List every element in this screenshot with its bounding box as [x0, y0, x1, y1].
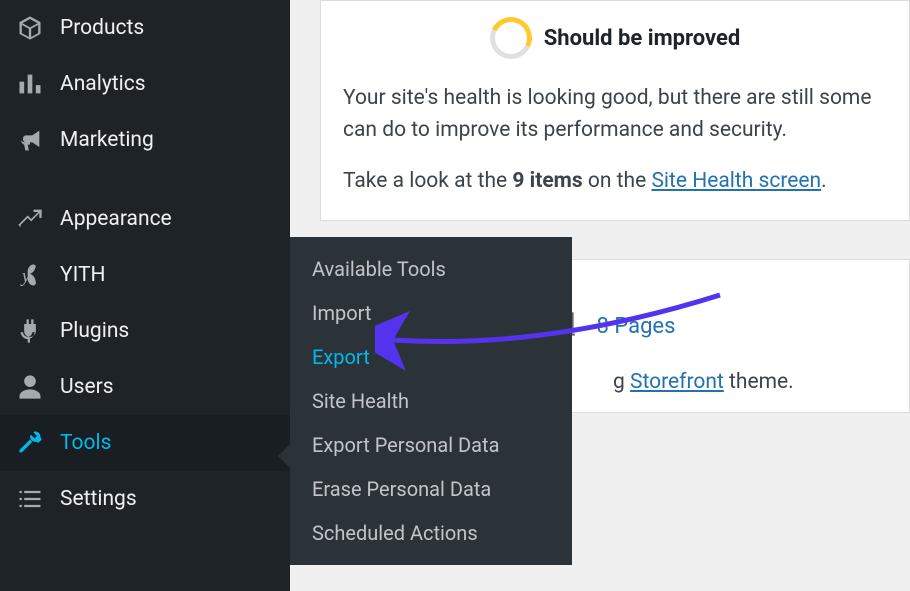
appearance-icon — [14, 203, 46, 235]
pages-link[interactable]: 8 Pages — [597, 314, 676, 339]
sidebar-item-label: Users — [60, 375, 114, 399]
sidebar-item-marketing[interactable]: Marketing — [0, 112, 290, 168]
site-health-header: Should be improved — [343, 1, 887, 81]
svg-text:y: y — [20, 266, 31, 287]
sidebar-item-settings[interactable]: Settings — [0, 471, 290, 527]
submenu-item-export-personal-data[interactable]: Export Personal Data — [290, 423, 572, 467]
sidebar-item-label: Appearance — [60, 207, 172, 231]
sidebar-item-label: Marketing — [60, 128, 154, 152]
site-health-ring-icon — [484, 11, 538, 65]
sidebar-item-products[interactable]: Products — [0, 0, 290, 56]
sidebar-item-appearance[interactable]: Appearance — [0, 191, 290, 247]
submenu-item-erase-personal-data[interactable]: Erase Personal Data — [290, 467, 572, 511]
sidebar-item-label: Tools — [60, 431, 111, 455]
analytics-icon — [14, 68, 46, 100]
settings-icon — [14, 483, 46, 515]
tools-icon — [14, 427, 46, 459]
sidebar-item-label: YITH — [60, 263, 106, 287]
site-health-status: Should be improved — [544, 26, 741, 51]
site-health-widget: Should be improved Your site's health is… — [320, 0, 910, 221]
site-health-screen-link[interactable]: Site Health screen — [651, 169, 821, 193]
marketing-icon — [14, 124, 46, 156]
site-health-cta: Take a look at the 9 items on the Site H… — [343, 166, 887, 198]
sidebar-item-yith[interactable]: y YITH — [0, 247, 290, 303]
menu-separator — [0, 168, 290, 191]
users-icon — [14, 371, 46, 403]
sidebar-item-label: Products — [60, 16, 144, 40]
plugins-icon — [14, 315, 46, 347]
sidebar-item-label: Analytics — [60, 72, 146, 96]
sidebar-item-plugins[interactable]: Plugins — [0, 303, 290, 359]
sidebar-item-label: Settings — [60, 487, 137, 511]
theme-link[interactable]: Storefront — [630, 370, 724, 394]
submenu-item-available-tools[interactable]: Available Tools — [290, 247, 572, 291]
sidebar-item-label: Plugins — [60, 319, 129, 343]
sidebar-item-users[interactable]: Users — [0, 359, 290, 415]
site-health-item-count: 9 items — [512, 169, 582, 193]
submenu-item-scheduled-actions[interactable]: Scheduled Actions — [290, 511, 572, 555]
submenu-item-site-health[interactable]: Site Health — [290, 379, 572, 423]
tools-submenu: Available Tools Import Export Site Healt… — [290, 237, 572, 565]
admin-sidebar: Products Analytics Marketing Appearance … — [0, 0, 290, 591]
sidebar-item-analytics[interactable]: Analytics — [0, 56, 290, 112]
site-health-description: Your site's health is looking good, but … — [343, 83, 887, 146]
submenu-item-import[interactable]: Import — [290, 291, 572, 335]
yith-icon: y — [14, 259, 46, 291]
sidebar-item-tools[interactable]: Tools — [0, 415, 290, 471]
submenu-item-export[interactable]: Export — [290, 335, 572, 379]
products-icon — [14, 12, 46, 44]
